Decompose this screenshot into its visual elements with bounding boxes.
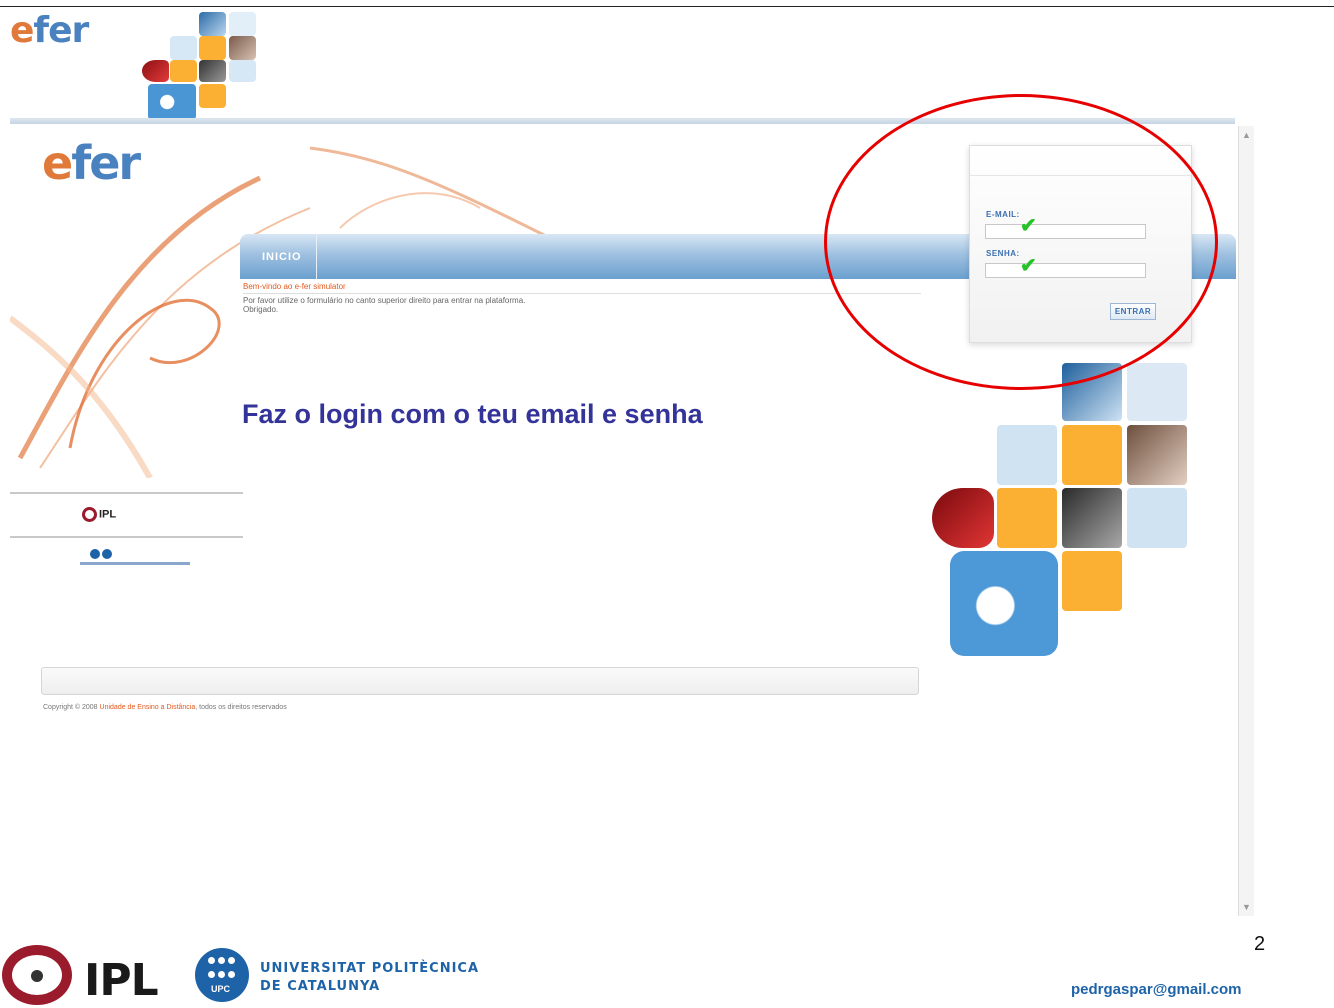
tile-wave-logo (148, 84, 196, 120)
sidebar-divider (10, 536, 243, 538)
university-name: UNIVERSITAT POLITÈCNICA DE CATALUNYA (260, 961, 480, 994)
upc-abbrev: UPC (211, 984, 231, 994)
tile-wave-logo (950, 551, 1058, 656)
welcome-title: Bem-vindo ao e-fer simulator (243, 282, 921, 294)
tile-keyboard-photo (199, 60, 226, 82)
nav-divider (316, 234, 317, 279)
ipl-ring-icon (82, 507, 97, 522)
tile-orange (1062, 425, 1122, 485)
tile-home-icon (229, 60, 256, 82)
tile-globe-icon (170, 36, 197, 60)
tile-home-icon (1127, 488, 1187, 548)
tile-globe-icon (997, 425, 1057, 485)
tile-syringe-photo (199, 12, 226, 36)
login-instruction-text: Faz o login com o teu email e senha (242, 399, 703, 429)
tile-recycle-icon (229, 12, 256, 36)
copyright-notice: Copyright © 2008 Unidade de Ensino a Dis… (43, 704, 287, 711)
tile-orange (199, 84, 226, 108)
tile-doctor-photo (1127, 425, 1187, 485)
upc-logo-icon: UPC (195, 948, 249, 1002)
scroll-up-icon[interactable]: ▲ (1242, 130, 1251, 140)
scroll-down-icon[interactable]: ▼ (1242, 902, 1251, 912)
tile-recycle-icon (1127, 363, 1187, 421)
ipl-ring-icon (2, 945, 72, 1005)
tab-inicio[interactable]: INICIO (262, 251, 302, 263)
tile-orange (199, 36, 226, 60)
contact-email: pedrgaspar@gmail.com (1071, 981, 1242, 998)
lab-dot-icon (102, 549, 112, 559)
lab-dot-icon (90, 549, 100, 559)
browser-screenshot: efer INICIO Bem-vindo ao e-fer simulator… (10, 94, 1254, 922)
slide-top-rule (0, 6, 1334, 7)
vertical-scrollbar[interactable]: ▲ ▼ (1238, 126, 1254, 916)
welcome-section: Bem-vindo ao e-fer simulator Por favor u… (243, 282, 921, 314)
site-efer-logo[interactable]: efer (42, 136, 141, 190)
welcome-instructions: Por favor utilize o formulário no canto … (243, 296, 526, 305)
tile-keyboard-photo (1062, 488, 1122, 548)
tile-car-photo (142, 60, 169, 82)
lab-partner-caption (80, 562, 190, 565)
slide-page-number: 2 (1254, 933, 1266, 955)
slide-efer-logo: efer (10, 10, 89, 51)
welcome-thanks: Obrigado. (243, 305, 279, 314)
tile-orange (170, 60, 197, 82)
sidebar-divider (10, 492, 243, 494)
unit-link[interactable]: Unidade de Ensino a Distância (100, 704, 196, 711)
tile-car-photo (932, 488, 994, 548)
tile-orange (1062, 551, 1122, 611)
login-callout-ellipse (824, 94, 1218, 390)
ipl-partner-logo[interactable]: IPL (82, 507, 116, 522)
site-footer-bar (41, 667, 919, 695)
tile-doctor-photo (229, 36, 256, 60)
tile-orange (997, 488, 1057, 548)
ipl-wordmark: IPL (84, 955, 159, 1006)
